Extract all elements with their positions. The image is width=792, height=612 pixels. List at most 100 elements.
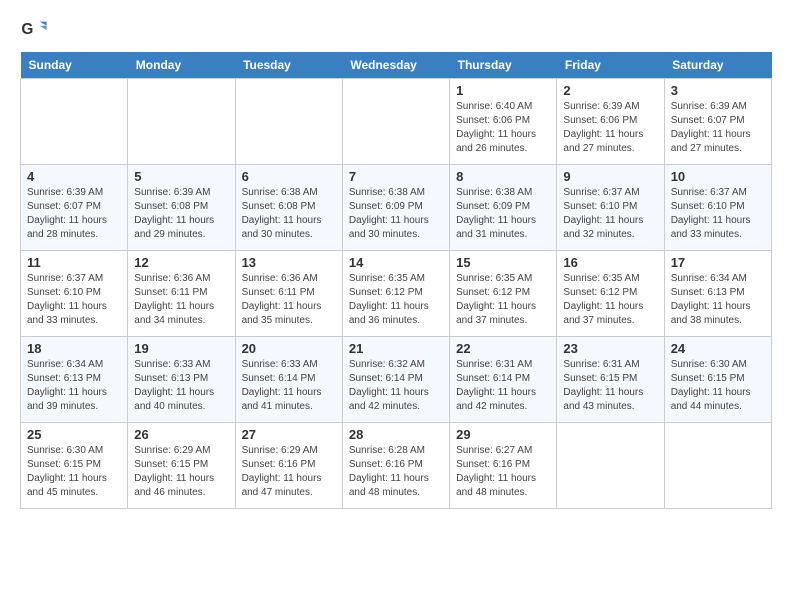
- logo-icon: G: [20, 16, 48, 44]
- calendar-cell: [235, 79, 342, 165]
- day-number: 20: [242, 341, 336, 356]
- day-info: Sunrise: 6:38 AM Sunset: 6:09 PM Dayligh…: [456, 186, 550, 242]
- day-number: 29: [456, 427, 550, 442]
- day-info: Sunrise: 6:35 AM Sunset: 6:12 PM Dayligh…: [456, 272, 550, 328]
- day-info: Sunrise: 6:39 AM Sunset: 6:07 PM Dayligh…: [671, 100, 765, 156]
- day-info: Sunrise: 6:40 AM Sunset: 6:06 PM Dayligh…: [456, 100, 550, 156]
- day-info: Sunrise: 6:37 AM Sunset: 6:10 PM Dayligh…: [671, 186, 765, 242]
- day-number: 18: [27, 341, 121, 356]
- calendar-cell: 18 Sunrise: 6:34 AM Sunset: 6:13 PM Dayli…: [21, 337, 128, 423]
- logo: G: [20, 16, 52, 44]
- day-number: 10: [671, 169, 765, 184]
- day-info: Sunrise: 6:32 AM Sunset: 6:14 PM Dayligh…: [349, 358, 443, 414]
- day-info: Sunrise: 6:37 AM Sunset: 6:10 PM Dayligh…: [563, 186, 657, 242]
- day-number: 6: [242, 169, 336, 184]
- day-number: 14: [349, 255, 443, 270]
- svg-text:G: G: [21, 21, 33, 38]
- day-number: 17: [671, 255, 765, 270]
- day-number: 5: [134, 169, 228, 184]
- col-header-sunday: Sunday: [21, 52, 128, 79]
- calendar-week-row: 4 Sunrise: 6:39 AM Sunset: 6:07 PM Daylig…: [21, 165, 772, 251]
- calendar-cell: 19 Sunrise: 6:33 AM Sunset: 6:13 PM Dayli…: [128, 337, 235, 423]
- calendar-cell: 29 Sunrise: 6:27 AM Sunset: 6:16 PM Dayli…: [450, 423, 557, 509]
- calendar-cell: 22Sunrise: 6:31 AM Sunset: 6:14 PM Dayli…: [450, 337, 557, 423]
- day-number: 16: [563, 255, 657, 270]
- day-info: Sunrise: 6:30 AM Sunset: 6:15 PM Dayligh…: [27, 444, 121, 500]
- calendar-cell: [128, 79, 235, 165]
- day-number: 4: [27, 169, 121, 184]
- day-number: 15: [456, 255, 550, 270]
- calendar-cell: 4 Sunrise: 6:39 AM Sunset: 6:07 PM Daylig…: [21, 165, 128, 251]
- calendar-cell: 23Sunrise: 6:31 AM Sunset: 6:15 PM Dayli…: [557, 337, 664, 423]
- calendar-header-row: SundayMondayTuesdayWednesdayThursdayFrid…: [21, 52, 772, 79]
- day-number: 19: [134, 341, 228, 356]
- day-info: Sunrise: 6:27 AM Sunset: 6:16 PM Dayligh…: [456, 444, 550, 500]
- col-header-wednesday: Wednesday: [342, 52, 449, 79]
- calendar-week-row: 11Sunrise: 6:37 AM Sunset: 6:10 PM Dayli…: [21, 251, 772, 337]
- day-info: Sunrise: 6:31 AM Sunset: 6:15 PM Dayligh…: [563, 358, 657, 414]
- page-header: G: [20, 16, 772, 44]
- day-number: 22: [456, 341, 550, 356]
- day-info: Sunrise: 6:37 AM Sunset: 6:10 PM Dayligh…: [27, 272, 121, 328]
- day-info: Sunrise: 6:30 AM Sunset: 6:15 PM Dayligh…: [671, 358, 765, 414]
- calendar-week-row: 18 Sunrise: 6:34 AM Sunset: 6:13 PM Dayli…: [21, 337, 772, 423]
- day-number: 8: [456, 169, 550, 184]
- day-info: Sunrise: 6:28 AM Sunset: 6:16 PM Dayligh…: [349, 444, 443, 500]
- col-header-thursday: Thursday: [450, 52, 557, 79]
- day-info: Sunrise: 6:29 AM Sunset: 6:16 PM Dayligh…: [242, 444, 336, 500]
- calendar-table: SundayMondayTuesdayWednesdayThursdayFrid…: [20, 52, 772, 509]
- calendar-cell: 10 Sunrise: 6:37 AM Sunset: 6:10 PM Dayli…: [664, 165, 771, 251]
- day-info: Sunrise: 6:39 AM Sunset: 6:08 PM Dayligh…: [134, 186, 228, 242]
- day-info: Sunrise: 6:36 AM Sunset: 6:11 PM Dayligh…: [242, 272, 336, 328]
- day-info: Sunrise: 6:39 AM Sunset: 6:06 PM Dayligh…: [563, 100, 657, 156]
- day-info: Sunrise: 6:33 AM Sunset: 6:13 PM Dayligh…: [134, 358, 228, 414]
- calendar-cell: 13 Sunrise: 6:36 AM Sunset: 6:11 PM Dayli…: [235, 251, 342, 337]
- calendar-cell: 28 Sunrise: 6:28 AM Sunset: 6:16 PM Dayli…: [342, 423, 449, 509]
- col-header-tuesday: Tuesday: [235, 52, 342, 79]
- day-number: 7: [349, 169, 443, 184]
- day-info: Sunrise: 6:38 AM Sunset: 6:08 PM Dayligh…: [242, 186, 336, 242]
- day-number: 24: [671, 341, 765, 356]
- calendar-cell: 16 Sunrise: 6:35 AM Sunset: 6:12 PM Dayli…: [557, 251, 664, 337]
- day-number: 9: [563, 169, 657, 184]
- calendar-cell: 5 Sunrise: 6:39 AM Sunset: 6:08 PM Daylig…: [128, 165, 235, 251]
- day-number: 28: [349, 427, 443, 442]
- day-info: Sunrise: 6:35 AM Sunset: 6:12 PM Dayligh…: [563, 272, 657, 328]
- day-number: 13: [242, 255, 336, 270]
- day-info: Sunrise: 6:29 AM Sunset: 6:15 PM Dayligh…: [134, 444, 228, 500]
- col-header-monday: Monday: [128, 52, 235, 79]
- calendar-cell: 14 Sunrise: 6:35 AM Sunset: 6:12 PM Dayli…: [342, 251, 449, 337]
- calendar-cell: 8 Sunrise: 6:38 AM Sunset: 6:09 PM Daylig…: [450, 165, 557, 251]
- calendar-cell: [342, 79, 449, 165]
- day-number: 27: [242, 427, 336, 442]
- day-number: 26: [134, 427, 228, 442]
- day-number: 3: [671, 83, 765, 98]
- calendar-cell: 24 Sunrise: 6:30 AM Sunset: 6:15 PM Dayli…: [664, 337, 771, 423]
- day-info: Sunrise: 6:36 AM Sunset: 6:11 PM Dayligh…: [134, 272, 228, 328]
- calendar-cell: 7 Sunrise: 6:38 AM Sunset: 6:09 PM Daylig…: [342, 165, 449, 251]
- day-info: Sunrise: 6:34 AM Sunset: 6:13 PM Dayligh…: [671, 272, 765, 328]
- day-number: 21: [349, 341, 443, 356]
- day-info: Sunrise: 6:39 AM Sunset: 6:07 PM Dayligh…: [27, 186, 121, 242]
- col-header-saturday: Saturday: [664, 52, 771, 79]
- day-info: Sunrise: 6:34 AM Sunset: 6:13 PM Dayligh…: [27, 358, 121, 414]
- day-number: 25: [27, 427, 121, 442]
- calendar-week-row: 25 Sunrise: 6:30 AM Sunset: 6:15 PM Dayli…: [21, 423, 772, 509]
- calendar-cell: 6 Sunrise: 6:38 AM Sunset: 6:08 PM Daylig…: [235, 165, 342, 251]
- col-header-friday: Friday: [557, 52, 664, 79]
- day-info: Sunrise: 6:35 AM Sunset: 6:12 PM Dayligh…: [349, 272, 443, 328]
- calendar-cell: 2 Sunrise: 6:39 AM Sunset: 6:06 PM Daylig…: [557, 79, 664, 165]
- calendar-cell: 20 Sunrise: 6:33 AM Sunset: 6:14 PM Dayli…: [235, 337, 342, 423]
- calendar-cell: [664, 423, 771, 509]
- day-info: Sunrise: 6:38 AM Sunset: 6:09 PM Dayligh…: [349, 186, 443, 242]
- day-number: 2: [563, 83, 657, 98]
- calendar-cell: 26 Sunrise: 6:29 AM Sunset: 6:15 PM Dayli…: [128, 423, 235, 509]
- calendar-cell: 9 Sunrise: 6:37 AM Sunset: 6:10 PM Daylig…: [557, 165, 664, 251]
- calendar-cell: 1Sunrise: 6:40 AM Sunset: 6:06 PM Daylig…: [450, 79, 557, 165]
- day-number: 12: [134, 255, 228, 270]
- calendar-cell: 17 Sunrise: 6:34 AM Sunset: 6:13 PM Dayli…: [664, 251, 771, 337]
- day-info: Sunrise: 6:33 AM Sunset: 6:14 PM Dayligh…: [242, 358, 336, 414]
- calendar-cell: 15 Sunrise: 6:35 AM Sunset: 6:12 PM Dayli…: [450, 251, 557, 337]
- calendar-cell: 21 Sunrise: 6:32 AM Sunset: 6:14 PM Dayli…: [342, 337, 449, 423]
- calendar-cell: [21, 79, 128, 165]
